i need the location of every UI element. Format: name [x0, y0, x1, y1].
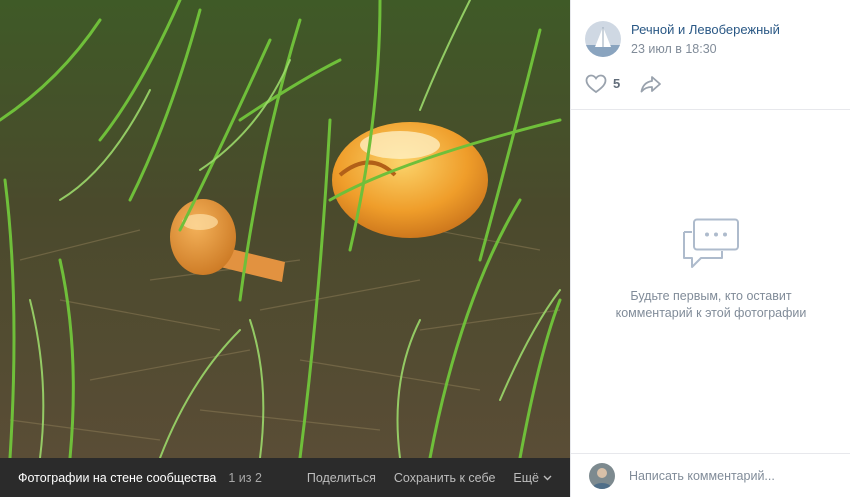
album-link[interactable]: Фотографии на стене сообщества: [18, 471, 216, 485]
comments-icon: [683, 218, 739, 268]
more-label: Ещё: [513, 470, 539, 485]
share-photo-button[interactable]: Поделиться: [307, 471, 376, 485]
like-count: 5: [613, 76, 621, 91]
heart-icon: [585, 74, 607, 93]
like-button[interactable]: 5: [585, 74, 620, 94]
community-avatar[interactable]: [585, 21, 621, 57]
chevron-down-icon: [543, 475, 552, 480]
empty-comments: Будьте первым, кто оставит комментарий к…: [571, 218, 850, 322]
photo[interactable]: [0, 0, 570, 458]
photo-side-panel: Речной и Левобережный 23 июл в 18:30 5 Б…: [570, 0, 850, 497]
more-button[interactable]: Ещё: [513, 471, 552, 485]
post-date[interactable]: 23 июл в 18:30: [631, 42, 780, 56]
user-avatar[interactable]: [589, 462, 615, 489]
photo-info-bar: Фотографии на стене сообщества 1 из 2 По…: [0, 458, 570, 497]
comment-bar: [571, 453, 850, 497]
share-button[interactable]: [640, 75, 662, 93]
save-photo-button[interactable]: Сохранить к себе: [394, 471, 496, 485]
author-name[interactable]: Речной и Левобережный: [631, 22, 780, 37]
share-arrow-icon: [640, 75, 662, 92]
photo-viewer: Фотографии на стене сообщества 1 из 2 По…: [0, 0, 570, 497]
author-header: Речной и Левобережный 23 июл в 18:30: [571, 0, 850, 64]
photo-actions: 5: [571, 58, 850, 110]
empty-comments-text: Будьте первым, кто оставит комментарий к…: [615, 289, 807, 320]
author-info: Речной и Левобережный 23 июл в 18:30: [631, 22, 780, 56]
photo-counter: 1 из 2: [228, 470, 262, 485]
comment-input[interactable]: [629, 468, 829, 483]
